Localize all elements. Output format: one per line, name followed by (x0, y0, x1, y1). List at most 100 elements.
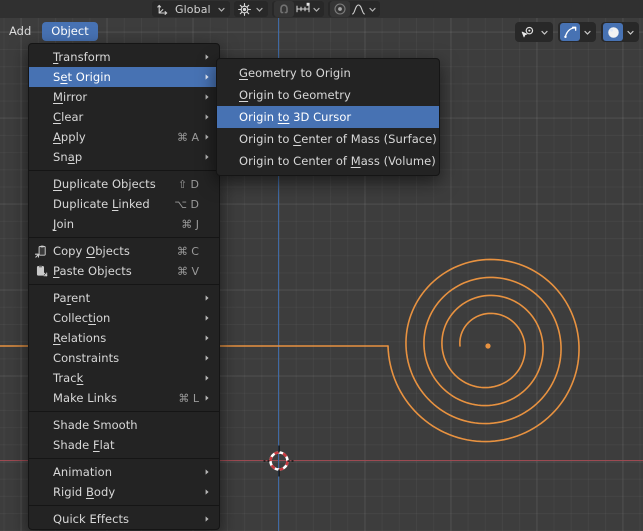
gizmo-icon[interactable] (517, 23, 537, 41)
menu-item-icon-slot (29, 482, 53, 502)
overlays-icon[interactable] (560, 23, 580, 41)
submenu-arrow-icon (201, 314, 213, 322)
menu-item-make-links[interactable]: Make Links ⌘ L (29, 388, 219, 408)
submenu-item-icon-slot (217, 85, 239, 105)
menu-item-icon-slot (29, 308, 53, 328)
menu-item-quick-effects[interactable]: Quick Effects (29, 509, 219, 529)
chevron-down-icon[interactable] (624, 23, 637, 41)
menu-item-paste-objects[interactable]: Paste Objects ⌘ V (29, 261, 219, 281)
submenu-item-label: Origin to Center of Mass (Surface) (239, 132, 437, 146)
submenu-item-label: Origin to 3D Cursor (239, 110, 352, 124)
menu-item-icon-slot (29, 288, 53, 308)
falloff-smooth-icon[interactable] (351, 1, 367, 17)
pivot-point-dropdown[interactable] (233, 1, 268, 17)
menu-item-label: Shade Flat (53, 438, 115, 452)
menu-item-icon-slot (29, 509, 53, 529)
submenu-arrow-icon (201, 294, 213, 302)
submenu-item-label: Geometry to Origin (239, 66, 351, 80)
viewport-shading-group (601, 22, 639, 42)
proportional-edit-icon (332, 1, 348, 17)
chevron-down-icon[interactable] (368, 1, 378, 17)
paste-objects-icon (29, 261, 53, 281)
menu-item-shade-flat[interactable]: Shade Flat (29, 435, 219, 455)
submenu-arrow-icon (201, 488, 213, 496)
menu-item-duplicate-linked[interactable]: Duplicate Linked ⌥ D (29, 194, 219, 214)
chevron-down-icon[interactable] (312, 1, 322, 17)
tool-settings-center-group: Global (152, 0, 380, 18)
menu-item-mirror[interactable]: Mirror (29, 87, 219, 107)
submenu-item-icon-slot (217, 63, 239, 83)
menu-item-label: Duplicate Objects (53, 177, 156, 191)
snap-increment-icon[interactable] (295, 1, 311, 17)
menu-item-label: Constraints (53, 351, 120, 365)
menu-item-icon-slot (29, 174, 53, 194)
menu-item-shade-smooth[interactable]: Shade Smooth (29, 415, 219, 435)
menu-item-parent[interactable]: Parent (29, 288, 219, 308)
menu-item-constraints[interactable]: Constraints (29, 348, 219, 368)
menu-item-label: Mirror (53, 90, 88, 104)
menu-add[interactable]: Add (0, 22, 40, 41)
menu-item-icon-slot (29, 328, 53, 348)
submenu-item-origin-to-center-of-mass-surface[interactable]: Origin to Center of Mass (Surface) (217, 128, 439, 150)
menu-item-relations[interactable]: Relations (29, 328, 219, 348)
menu-item-shortcut: ⌘ J (181, 217, 199, 231)
snap-magnet-icon (276, 1, 292, 17)
copy-objects-icon (29, 241, 53, 261)
menu-item-label: Animation (53, 465, 113, 479)
pivot-median-point-icon (237, 1, 253, 17)
proportional-edit-toggle[interactable] (329, 1, 350, 17)
submenu-item-icon-slot (217, 107, 239, 127)
menu-item-label: Set Origin (53, 70, 111, 84)
submenu-item-origin-to-3d-cursor[interactable]: Origin to 3D Cursor (217, 106, 439, 128)
submenu-arrow-icon (201, 133, 213, 141)
chevron-down-icon[interactable] (538, 23, 551, 41)
menu-item-label: Snap (53, 150, 83, 164)
menu-item-label: Copy Objects (53, 244, 130, 258)
shading-solid-icon[interactable] (603, 23, 623, 41)
menu-item-label: Transform (53, 50, 111, 64)
menu-item-label: Clear (53, 110, 84, 124)
submenu-item-geometry-to-origin[interactable]: Geometry to Origin (217, 62, 439, 84)
menu-item-copy-objects[interactable]: Copy Objects ⌘ C (29, 241, 219, 261)
object-menu-dropdown[interactable]: Transform Set Origin Mirror Clear Apply ⌘ A Sn… (28, 43, 220, 530)
menu-item-label: Quick Effects (53, 512, 130, 526)
chevron-down-icon[interactable] (581, 23, 594, 41)
menu-item-rigid-body[interactable]: Rigid Body (29, 482, 219, 502)
submenu-item-origin-to-center-of-mass-volume[interactable]: Origin to Center of Mass (Volume) (217, 150, 439, 172)
menu-item-apply[interactable]: Apply ⌘ A (29, 127, 219, 147)
menu-item-label: Apply (53, 130, 86, 144)
submenu-arrow-icon (201, 394, 213, 402)
menu-item-snap[interactable]: Snap (29, 147, 219, 167)
submenu-item-origin-to-geometry[interactable]: Origin to Geometry (217, 84, 439, 106)
snap-group (271, 1, 324, 17)
menu-object[interactable]: Object (42, 21, 98, 41)
submenu-item-label: Origin to Geometry (239, 88, 351, 102)
menu-item-track[interactable]: Track (29, 368, 219, 388)
menu-item-icon-slot (29, 435, 53, 455)
menu-item-shortcut: ⌘ C (176, 244, 199, 258)
submenu-item-icon-slot (217, 151, 239, 171)
submenu-arrow-icon (201, 73, 213, 81)
menu-item-icon-slot (29, 388, 53, 408)
menu-separator (29, 411, 219, 412)
submenu-arrow-icon (201, 515, 213, 523)
blender-window: Global Add Object Transform Set Origin M… (0, 0, 643, 531)
menu-item-transform[interactable]: Transform (29, 47, 219, 67)
menu-item-duplicate-objects[interactable]: Duplicate Objects ⇧ D (29, 174, 219, 194)
submenu-arrow-icon (201, 374, 213, 382)
menu-item-clear[interactable]: Clear (29, 107, 219, 127)
menu-item-join[interactable]: Join ⌘ J (29, 214, 219, 234)
snap-magnet-toggle[interactable] (273, 1, 294, 17)
set-origin-submenu[interactable]: Geometry to Origin Origin to Geometry Orig… (216, 58, 440, 176)
transform-orientation-dropdown[interactable]: Global (152, 1, 230, 17)
proportional-editing-group (327, 1, 380, 17)
menu-item-collection[interactable]: Collection (29, 308, 219, 328)
show-overlays-group (558, 22, 596, 42)
chevron-down-icon[interactable] (217, 1, 227, 17)
menu-item-animation[interactable]: Animation (29, 462, 219, 482)
menu-item-shortcut: ⇧ D (177, 177, 199, 191)
chevron-down-icon[interactable] (255, 1, 265, 17)
menu-item-set-origin[interactable]: Set Origin (29, 67, 219, 87)
submenu-arrow-icon (201, 93, 213, 101)
menu-item-icon-slot (29, 194, 53, 214)
